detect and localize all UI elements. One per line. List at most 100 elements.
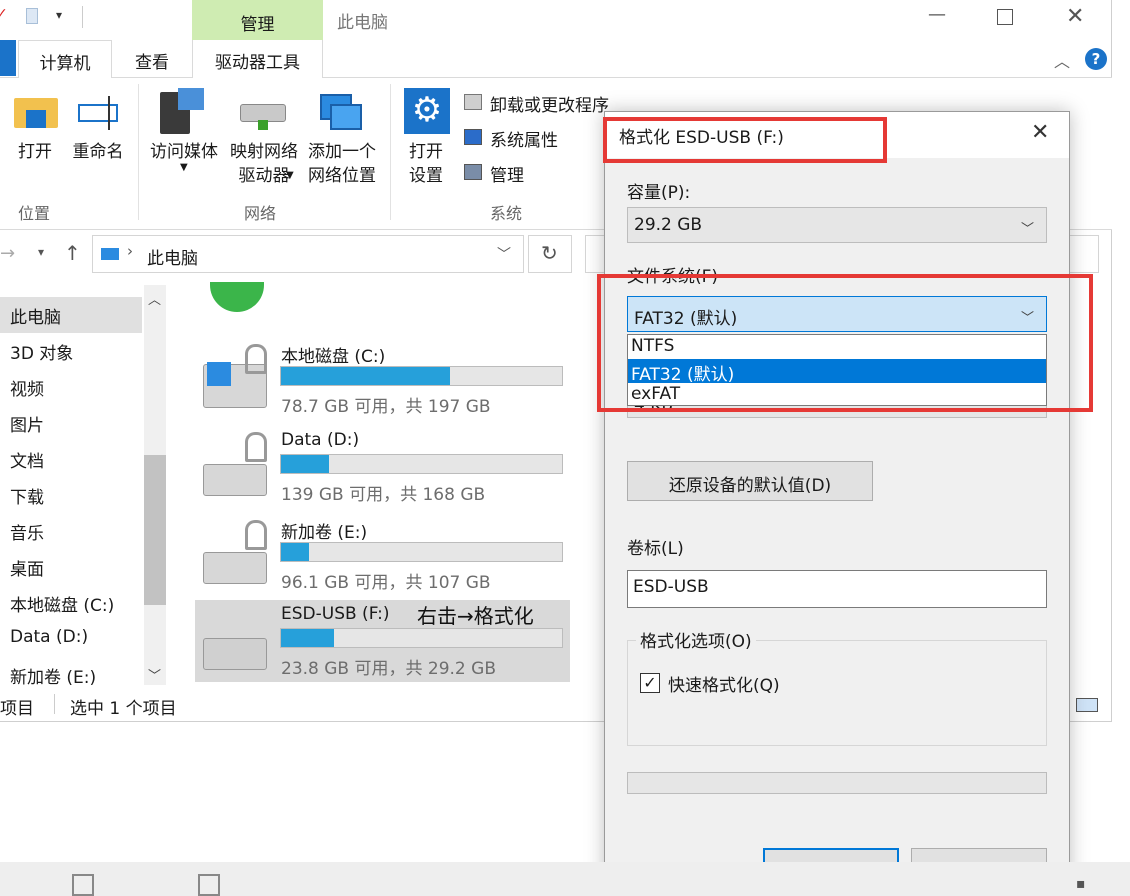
system-properties-link[interactable]: 系统属性 bbox=[490, 126, 558, 151]
open-button-label[interactable]: 打开 bbox=[4, 140, 66, 164]
add-network-location-button[interactable] bbox=[320, 94, 362, 132]
windows-logo-icon bbox=[207, 362, 231, 386]
navigation-pane: 此电脑 3D 对象 视频 图片 文档 下载 音乐 桌面 本地磁盘 (C:) Da… bbox=[0, 285, 168, 688]
large-icons-view-icon[interactable] bbox=[1076, 698, 1098, 712]
access-media-label[interactable]: 访问媒体 bbox=[144, 140, 224, 164]
rename-button-label[interactable]: 重命名 bbox=[66, 140, 130, 164]
volume-label-label: 卷标(L) bbox=[627, 539, 684, 559]
refresh-button[interactable]: ↻ bbox=[528, 235, 572, 273]
access-media-dropdown-icon[interactable]: ▼ bbox=[180, 162, 188, 173]
settings-gear-icon: ⚙ bbox=[411, 90, 443, 130]
rename-icon bbox=[78, 104, 118, 122]
nav-item-new-volume-e[interactable]: 新加卷 (E:) bbox=[0, 657, 142, 693]
restore-defaults-button[interactable]: 还原设备的默认值(D) bbox=[627, 461, 873, 501]
tab-view[interactable]: 查看 bbox=[116, 40, 188, 78]
quick-format-label[interactable]: 快速格式化(Q) bbox=[668, 671, 780, 696]
up-icon[interactable]: ↑ bbox=[64, 241, 81, 265]
nav-item-downloads[interactable]: 下载 bbox=[0, 477, 142, 513]
map-drive-button[interactable] bbox=[240, 100, 286, 130]
volume-label-input[interactable]: ESD-USB bbox=[627, 570, 1047, 608]
context-tab-manage[interactable]: 管理 bbox=[192, 0, 323, 40]
annotation-box-filesystem bbox=[597, 274, 1093, 412]
nav-item-label: 音乐 bbox=[10, 524, 44, 544]
lock-icon bbox=[245, 520, 267, 550]
open-settings-button[interactable]: ⚙ bbox=[404, 88, 450, 134]
capacity-value: 29.2 GB bbox=[634, 215, 703, 235]
drive-usage-fill bbox=[281, 543, 310, 561]
help-icon[interactable]: ? bbox=[1085, 48, 1107, 70]
taskbar: ▪ bbox=[0, 862, 1130, 896]
access-media-button[interactable] bbox=[160, 88, 206, 134]
scroll-up-icon[interactable]: ︿ bbox=[148, 289, 161, 308]
nav-item-label: 视频 bbox=[10, 380, 44, 400]
manage-link[interactable]: 管理 bbox=[490, 161, 524, 186]
nav-item-3d-objects[interactable]: 3D 对象 bbox=[0, 333, 142, 369]
drive-usage-fill bbox=[281, 629, 335, 647]
nav-item-local-disk-c[interactable]: 本地磁盘 (C:) bbox=[0, 585, 142, 621]
ribbon-separator bbox=[138, 84, 139, 220]
nav-item-music[interactable]: 音乐 bbox=[0, 513, 142, 549]
drive-space-info: 78.7 GB 可用，共 197 GB bbox=[281, 397, 491, 417]
quick-format-checkbox[interactable]: ✓ bbox=[640, 673, 660, 693]
monitor-icon-2 bbox=[330, 104, 362, 130]
taskbar-tray-icon[interactable]: ▪ bbox=[1076, 876, 1086, 892]
group-location-label: 位置 bbox=[18, 204, 51, 223]
nav-item-label: 图片 bbox=[10, 416, 44, 436]
minimize-icon[interactable]: — bbox=[928, 4, 946, 25]
drive-name: 新加卷 (E:) bbox=[281, 523, 368, 543]
breadcrumb-chevron-icon: › bbox=[127, 242, 133, 260]
quick-access-folder-icon[interactable] bbox=[26, 8, 38, 24]
refresh-icon: ↻ bbox=[541, 241, 558, 265]
lock-icon bbox=[245, 432, 267, 462]
drive-item-d[interactable]: Data (D:) 139 GB 可用，共 168 GB bbox=[195, 426, 570, 510]
map-drive-dropdown-icon[interactable]: ▼ bbox=[286, 170, 294, 181]
usb-drive-icon bbox=[203, 638, 267, 670]
hard-drive-icon bbox=[203, 464, 267, 496]
collapse-ribbon-icon[interactable]: ︿ bbox=[1054, 48, 1070, 72]
taskbar-app-icon[interactable] bbox=[72, 874, 94, 896]
forward-icon[interactable]: → bbox=[0, 243, 15, 264]
quick-access-check-icon[interactable]: ✓ bbox=[0, 6, 8, 22]
nav-item-data-d[interactable]: Data (D:) bbox=[0, 621, 142, 657]
dialog-close-icon[interactable]: ✕ bbox=[1031, 120, 1049, 145]
recent-locations-icon[interactable]: ▾ bbox=[38, 245, 44, 259]
nav-scrollbar-thumb[interactable] bbox=[144, 455, 166, 605]
close-icon[interactable]: ✕ bbox=[1066, 4, 1084, 29]
drive-space-info: 139 GB 可用，共 168 GB bbox=[281, 485, 486, 505]
nav-item-documents[interactable]: 文档 bbox=[0, 441, 142, 477]
drive-item-c[interactable]: 本地磁盘 (C:) 78.7 GB 可用，共 197 GB bbox=[195, 338, 570, 422]
media-filmstrip-icon bbox=[178, 88, 204, 110]
address-dropdown-icon[interactable]: ﹀ bbox=[497, 244, 511, 264]
system-properties-icon bbox=[464, 129, 482, 145]
open-settings-label[interactable]: 打开 设置 bbox=[396, 140, 456, 188]
add-network-location-label[interactable]: 添加一个 网络位置 bbox=[302, 140, 382, 188]
drive-item-f[interactable]: ESD-USB (F:) 右击→格式化 23.8 GB 可用，共 29.2 GB bbox=[195, 600, 570, 684]
maximize-icon[interactable] bbox=[997, 9, 1013, 25]
breadcrumb[interactable]: 此电脑 bbox=[147, 244, 198, 269]
rename-button[interactable] bbox=[78, 96, 118, 130]
nav-item-label: 本地磁盘 (C:) bbox=[10, 596, 115, 616]
open-button[interactable] bbox=[14, 94, 58, 130]
capacity-select[interactable]: 29.2 GB ﹀ bbox=[627, 207, 1047, 243]
status-divider bbox=[54, 694, 55, 714]
tab-drive-tools[interactable]: 驱动器工具 bbox=[192, 40, 323, 79]
this-pc-icon bbox=[101, 248, 119, 260]
format-options-label: 格式化选项(O) bbox=[636, 627, 756, 652]
nav-item-pictures[interactable]: 图片 bbox=[0, 405, 142, 441]
customize-toolbar-icon[interactable]: ▾ bbox=[56, 8, 62, 22]
group-system-label: 系统 bbox=[490, 204, 523, 223]
nav-item-this-pc[interactable]: 此电脑 bbox=[0, 297, 142, 333]
rename-cursor-icon bbox=[108, 96, 110, 130]
nav-item-desktop[interactable]: 桌面 bbox=[0, 549, 142, 585]
scroll-down-icon[interactable]: ﹀ bbox=[148, 665, 161, 684]
taskbar-app-icon[interactable] bbox=[198, 874, 220, 896]
drive-item-e[interactable]: 新加卷 (E:) 96.1 GB 可用，共 107 GB bbox=[195, 514, 570, 598]
tab-computer[interactable]: 计算机 bbox=[18, 40, 112, 79]
address-bar[interactable]: › 此电脑 ﹀ bbox=[92, 235, 524, 273]
ribbon-separator bbox=[390, 84, 391, 220]
window-title: 此电脑 bbox=[337, 13, 388, 33]
nav-item-videos[interactable]: 视频 bbox=[0, 369, 142, 405]
drive-space-info: 96.1 GB 可用，共 107 GB bbox=[281, 573, 491, 593]
drive-usage-bar bbox=[280, 628, 563, 648]
uninstall-programs-link[interactable]: 卸载或更改程序 bbox=[490, 91, 609, 116]
